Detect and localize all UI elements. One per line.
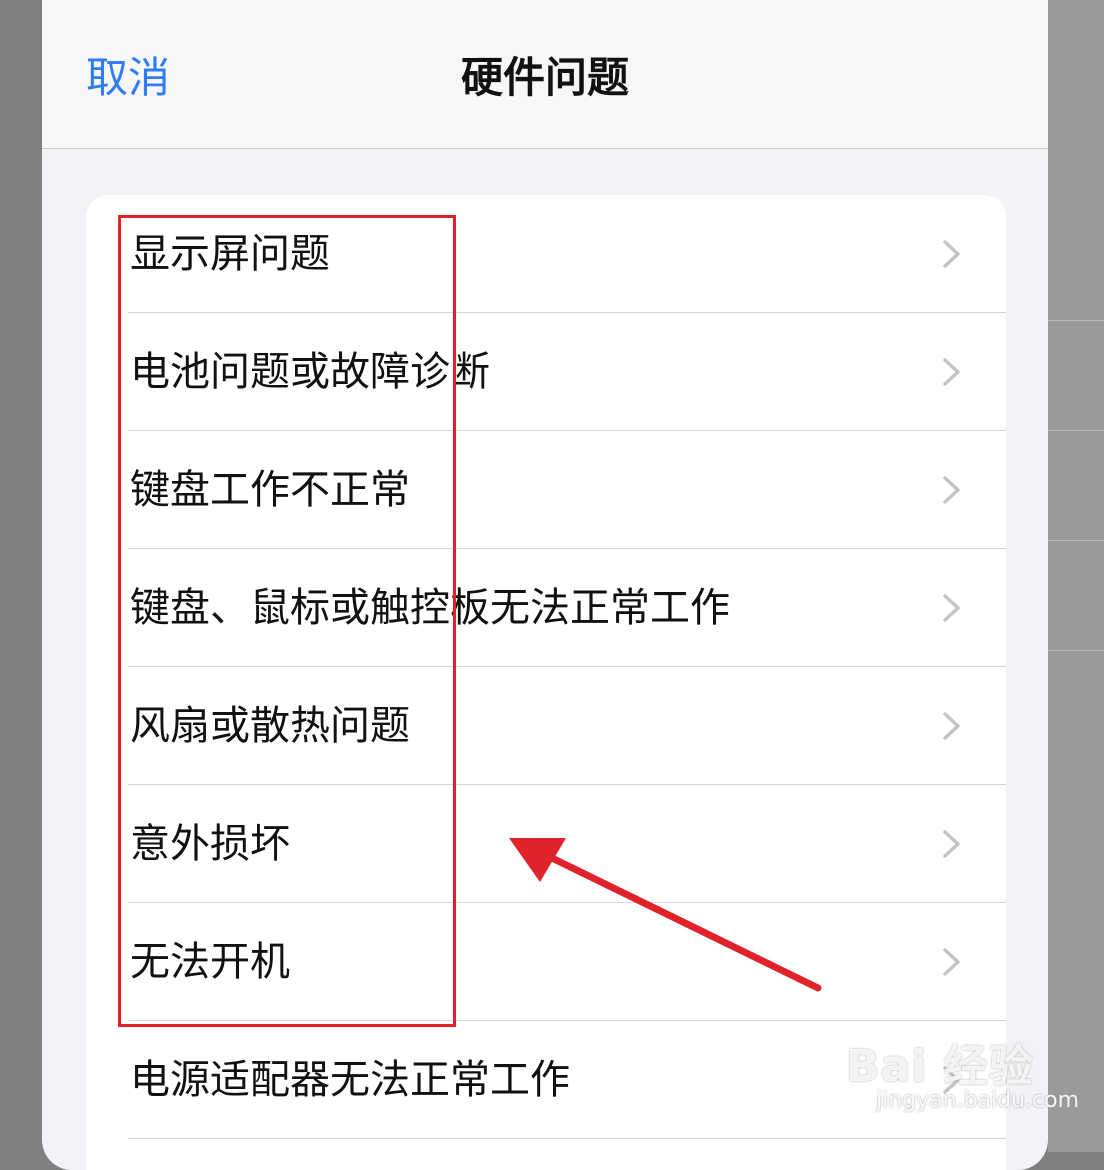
list-item-label: 电源适配器无法正常工作 — [130, 1057, 570, 1103]
list-item-input-devices[interactable]: 键盘、鼠标或触控板无法正常工作 — [86, 549, 1006, 667]
list-item-label: 键盘、鼠标或触控板无法正常工作 — [130, 585, 730, 631]
background-strip — [1048, 0, 1104, 1152]
list-item-label: 电池问题或故障诊断 — [130, 349, 490, 395]
list-item-display[interactable]: 显示屏问题 — [86, 195, 1006, 313]
chevron-right-icon — [943, 948, 960, 976]
list-item-label: 风扇或散热问题 — [130, 703, 410, 749]
list-item-battery[interactable]: 电池问题或故障诊断 — [86, 313, 1006, 431]
list-item-label: 键盘工作不正常 — [130, 467, 410, 513]
chevron-right-icon — [943, 476, 960, 504]
chevron-right-icon — [943, 830, 960, 858]
row-divider — [128, 1138, 1006, 1139]
list-item-label: 无法开机 — [130, 939, 290, 985]
list-item-power-adapter[interactable]: 电源适配器无法正常工作 — [86, 1021, 1006, 1139]
chevron-right-icon — [943, 594, 960, 622]
list-item-no-power-on[interactable]: 无法开机 — [86, 903, 1006, 1021]
chevron-right-icon — [943, 358, 960, 386]
list-item-accidental-damage[interactable]: 意外损坏 — [86, 785, 1006, 903]
list-item-label: 显示屏问题 — [130, 231, 330, 277]
issue-list: 显示屏问题 电池问题或故障诊断 键盘工作不正常 键盘、鼠标或触控板无法正常工作 … — [86, 195, 1006, 1170]
list-item-label: 意外损坏 — [130, 821, 290, 867]
chevron-right-icon — [943, 240, 960, 268]
list-item-keyboard[interactable]: 键盘工作不正常 — [86, 431, 1006, 549]
chevron-right-icon — [943, 1066, 960, 1094]
list-item-fan[interactable]: 风扇或散热问题 — [86, 667, 1006, 785]
page-title: 硬件问题 — [460, 53, 629, 102]
chevron-right-icon — [943, 712, 960, 740]
hardware-issues-sheet: 取消 硬件问题 显示屏问题 电池问题或故障诊断 键盘工作不正常 键盘、鼠标或触控… — [42, 0, 1048, 1170]
nav-bar: 取消 硬件问题 — [42, 0, 1048, 149]
